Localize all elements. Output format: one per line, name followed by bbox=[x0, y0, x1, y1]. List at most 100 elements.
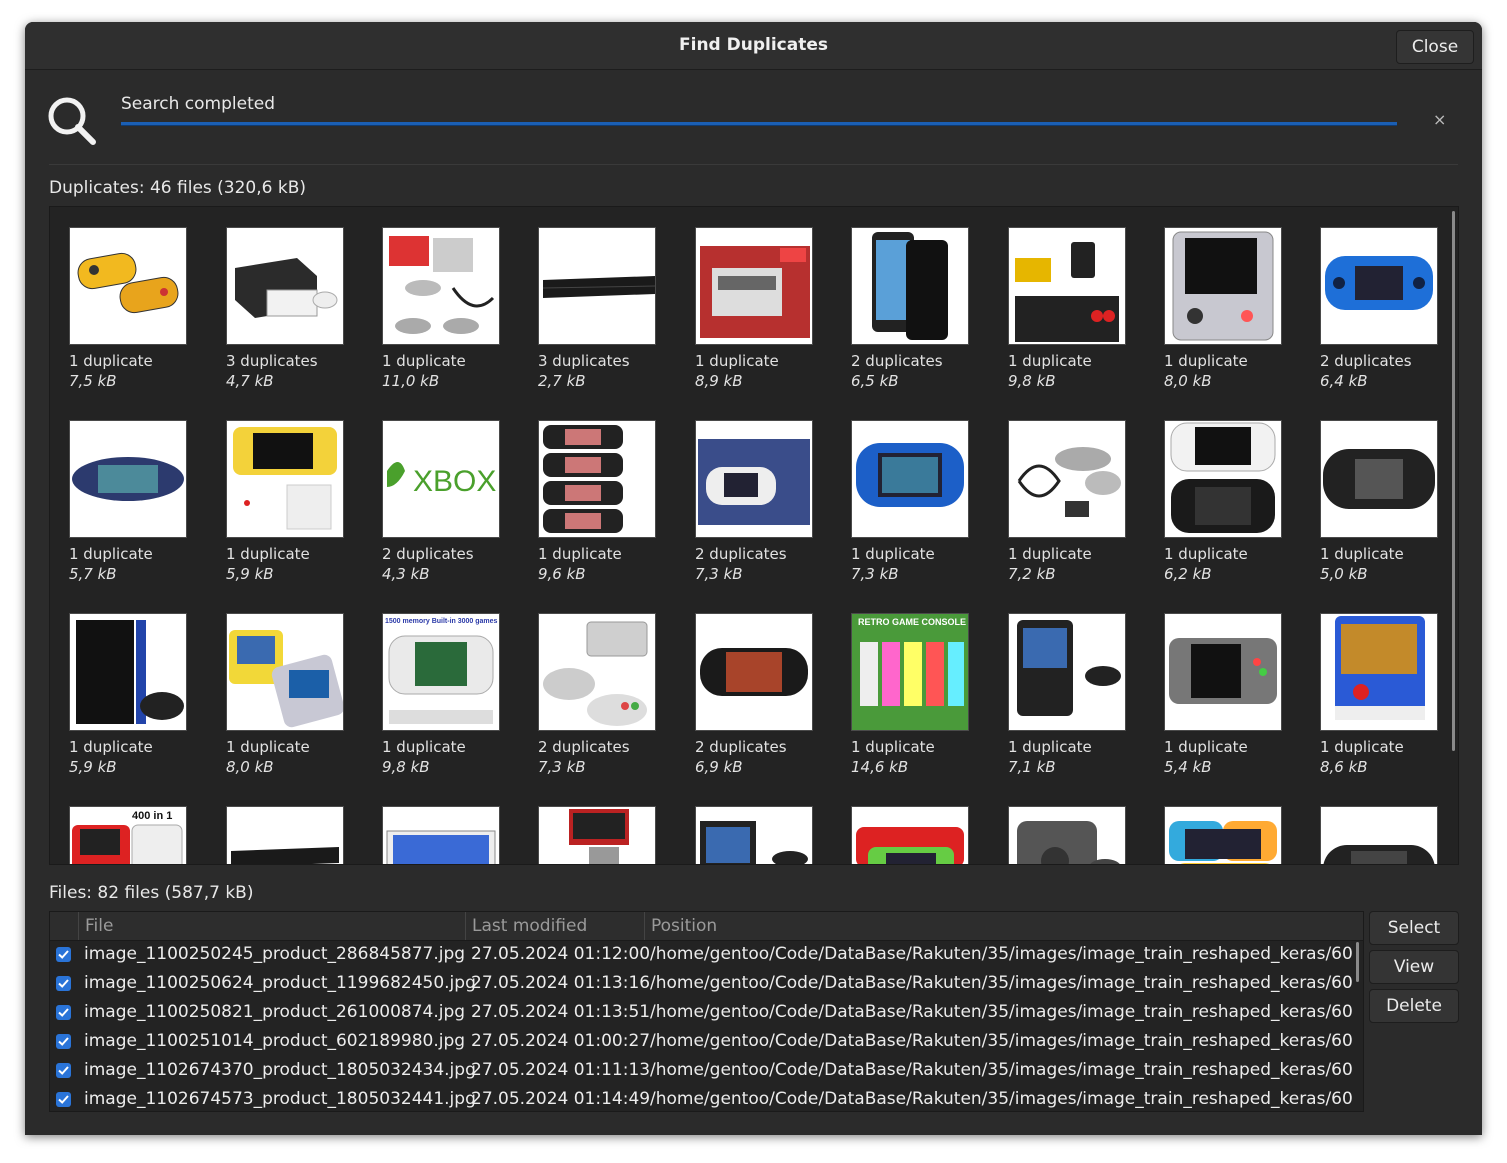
select-button[interactable]: Select bbox=[1369, 911, 1459, 945]
duplicate-group-item[interactable]: 2 duplicates 7,3 kB bbox=[695, 420, 835, 600]
black-psp-image[interactable] bbox=[1320, 420, 1438, 538]
duplicate-group-item[interactable]: 3 duplicates 4,7 kB bbox=[226, 227, 366, 407]
duplicate-group-item[interactable]: 1 duplicate 8,9 kB bbox=[695, 227, 835, 407]
duplicate-group-item[interactable]: 2 duplicates 6,9 kB bbox=[695, 613, 835, 793]
arcade-mini-image[interactable] bbox=[1320, 613, 1438, 731]
yellow-handheld-pair-image[interactable] bbox=[226, 613, 344, 731]
duplicate-group-item[interactable] bbox=[538, 806, 678, 864]
last-modified-cell: 27.05.2024 01:12:00 bbox=[471, 944, 651, 964]
row-checkbox[interactable] bbox=[56, 947, 71, 962]
blue-handheld-image[interactable] bbox=[1320, 227, 1438, 345]
duplicate-count: 2 duplicates bbox=[382, 545, 474, 563]
row-checkbox[interactable] bbox=[56, 1005, 71, 1020]
ps4-controller-image[interactable] bbox=[69, 613, 187, 731]
psp-pair-image[interactable] bbox=[1164, 420, 1282, 538]
row-checkbox[interactable] bbox=[56, 1034, 71, 1049]
duplicate-group-item[interactable]: 1 duplicate 6,2 kB bbox=[1164, 420, 1304, 600]
duplicate-group-item[interactable]: 1 duplicate 8,0 kB bbox=[1164, 227, 1304, 407]
grey-handheld-image[interactable] bbox=[1164, 613, 1282, 731]
duplicate-group-item[interactable]: 1 duplicate 5,9 kB bbox=[69, 613, 209, 793]
close-button[interactable]: Close bbox=[1396, 30, 1474, 64]
black-console-image[interactable] bbox=[226, 806, 344, 864]
duplicate-group-item[interactable]: 1 duplicate 7,3 kB bbox=[851, 420, 991, 600]
duplicate-group-item[interactable]: 1 duplicate 8,6 kB bbox=[1320, 613, 1458, 793]
wide-handheld-image[interactable] bbox=[695, 613, 813, 731]
duplicate-group-item[interactable]: 1 duplicate 5,0 kB bbox=[1320, 420, 1458, 600]
dismiss-status-button[interactable]: × bbox=[1433, 110, 1446, 129]
nes-mini-box-image[interactable] bbox=[695, 227, 813, 345]
duplicate-size: 14,6 kB bbox=[851, 758, 909, 776]
duplicate-group-item[interactable]: 1 duplicate 5,7 kB bbox=[69, 420, 209, 600]
duplicate-group-item[interactable]: 1 duplicate 5,9 kB bbox=[226, 420, 366, 600]
color-handhelds-image[interactable] bbox=[851, 806, 969, 864]
row-checkbox[interactable] bbox=[56, 1092, 71, 1107]
row-checkbox[interactable] bbox=[56, 1063, 71, 1078]
oval-handheld-image[interactable] bbox=[69, 420, 187, 538]
duplicate-size: 6,4 kB bbox=[1320, 372, 1368, 390]
yellow-handheld-image[interactable] bbox=[226, 420, 344, 538]
table-row[interactable]: image_1100250821_product_261000874.jpg 27… bbox=[50, 999, 1363, 1028]
handheld-box-image[interactable] bbox=[695, 420, 813, 538]
duplicate-group-item[interactable]: 1 duplicate 8,0 kB bbox=[226, 613, 366, 793]
duplicate-group-item[interactable] bbox=[1320, 806, 1458, 864]
duplicate-group-item[interactable] bbox=[382, 806, 522, 864]
handheld-pair-image[interactable] bbox=[69, 227, 187, 345]
red-handheld-image[interactable]: 400 in 1 bbox=[69, 806, 187, 864]
table-row[interactable]: image_1100251014_product_602189980.jpg 27… bbox=[50, 1028, 1363, 1057]
column-file[interactable]: File bbox=[85, 916, 113, 936]
duplicates-grid[interactable]: 1 duplicate 7,5 kB 3 duplicates 4,7 kB 1 dup… bbox=[49, 206, 1459, 865]
duplicate-group-item[interactable] bbox=[1008, 806, 1148, 864]
tv-stick-image[interactable] bbox=[1008, 227, 1126, 345]
row-checkbox[interactable] bbox=[56, 976, 71, 991]
controllers-cable-image[interactable] bbox=[1008, 420, 1126, 538]
handheld-gamepad-image[interactable] bbox=[695, 806, 813, 864]
duplicate-group-item[interactable]: RETRO GAME CONSOLE 1 duplicate 14,6 kB bbox=[851, 613, 991, 793]
gameboy-style-image[interactable] bbox=[1008, 613, 1126, 731]
column-last-modified[interactable]: Last modified bbox=[472, 916, 587, 936]
table-row[interactable]: image_1102674573_product_1805032441.jpg 2… bbox=[50, 1086, 1363, 1111]
xbox-logo-image[interactable]: XBOX bbox=[382, 420, 500, 538]
handheld-clear-image[interactable] bbox=[1164, 227, 1282, 345]
duplicate-group-item[interactable]: 2 duplicates 7,3 kB bbox=[538, 613, 678, 793]
duplicate-group-item[interactable]: 1 duplicate 7,1 kB bbox=[1008, 613, 1148, 793]
view-button[interactable]: View bbox=[1369, 950, 1459, 984]
duplicate-group-item[interactable]: 1 duplicate 9,6 kB bbox=[538, 420, 678, 600]
duplicate-group-item[interactable] bbox=[695, 806, 835, 864]
duplicate-group-item[interactable]: 2 duplicates 6,4 kB bbox=[1320, 227, 1458, 407]
smartphone-image[interactable] bbox=[851, 227, 969, 345]
widescreen-handheld-image[interactable] bbox=[382, 806, 500, 864]
table-row[interactable]: image_1102674370_product_1805032434.jpg 2… bbox=[50, 1057, 1363, 1086]
retro-game-console-image[interactable]: RETRO GAME CONSOLE bbox=[851, 613, 969, 731]
psp-stack-image[interactable] bbox=[538, 420, 656, 538]
table-row[interactable]: image_1100250245_product_286845877.jpg 27… bbox=[50, 941, 1363, 970]
duplicate-group-item[interactable] bbox=[226, 806, 366, 864]
retro-console-kit-image[interactable] bbox=[382, 227, 500, 345]
psvita-image[interactable] bbox=[1320, 806, 1438, 864]
duplicate-size: 8,9 kB bbox=[695, 372, 743, 390]
delete-button[interactable]: Delete bbox=[1369, 989, 1459, 1023]
duplicate-group-item[interactable]: XBOX 2 duplicates 4,3 kB bbox=[382, 420, 522, 600]
duplicate-group-item[interactable] bbox=[851, 806, 991, 864]
duplicate-group-item[interactable]: 1 duplicate 9,8 kB bbox=[1008, 227, 1148, 407]
duplicate-group-item[interactable]: 2 duplicates 6,5 kB bbox=[851, 227, 991, 407]
playstation-console-image[interactable] bbox=[538, 227, 656, 345]
gamecube-image[interactable] bbox=[1008, 806, 1126, 864]
duplicate-group-item[interactable]: 1 duplicate 5,4 kB bbox=[1164, 613, 1304, 793]
duplicate-group-item[interactable]: 1 duplicate 7,2 kB bbox=[1008, 420, 1148, 600]
blue-psp-image[interactable] bbox=[851, 420, 969, 538]
duplicate-group-item[interactable]: 1500 memory Built-in 3000 games 1 duplica… bbox=[382, 613, 522, 793]
snes-controllers-image[interactable] bbox=[538, 613, 656, 731]
files-table[interactable]: File Last modified Position image_110025… bbox=[49, 911, 1364, 1112]
duplicate-count: 1 duplicate bbox=[538, 545, 622, 563]
column-position[interactable]: Position bbox=[651, 916, 717, 936]
duplicate-group-item[interactable] bbox=[1164, 806, 1304, 864]
duplicate-group-item[interactable]: 3 duplicates 2,7 kB bbox=[538, 227, 678, 407]
boxed-console-image[interactable] bbox=[538, 806, 656, 864]
xbox-console-image[interactable] bbox=[226, 227, 344, 345]
duplicate-group-item[interactable]: 1 duplicate 11,0 kB bbox=[382, 227, 522, 407]
switch-style-image[interactable] bbox=[1164, 806, 1282, 864]
duplicate-group-item[interactable]: 1 duplicate 7,5 kB bbox=[69, 227, 209, 407]
table-row[interactable]: image_1100250624_product_1199682450.jpg 2… bbox=[50, 970, 1363, 999]
duplicate-group-item[interactable]: 400 in 1 bbox=[69, 806, 209, 864]
white-handheld-image[interactable]: 1500 memory Built-in 3000 games bbox=[382, 613, 500, 731]
